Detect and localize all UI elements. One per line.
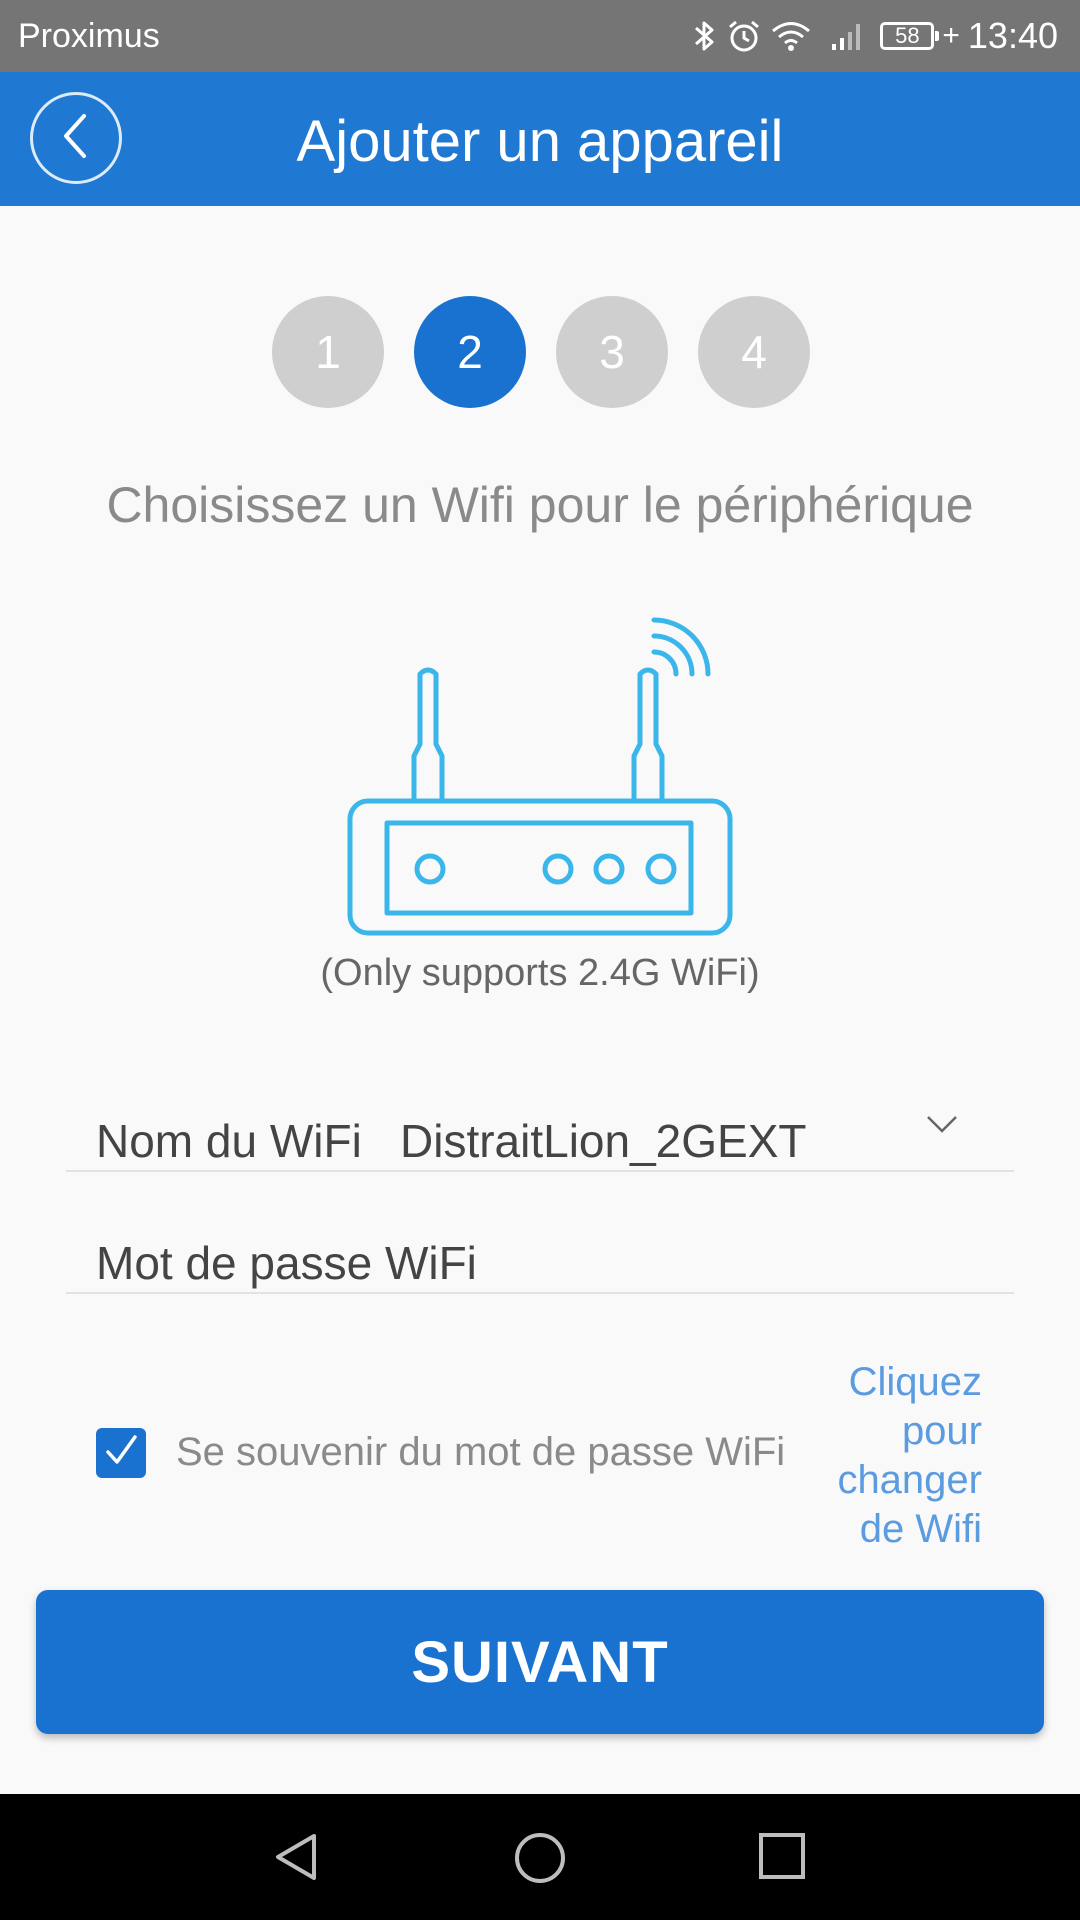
wifi-password-placeholder: Mot de passe WiFi [96,1237,477,1289]
back-triangle-icon[interactable] [270,1830,324,1889]
next-button[interactable]: SUIVANT [36,1590,1044,1734]
wifi-name-value: DistraitLion_2GEXT [400,1115,807,1167]
bluetooth-icon [692,18,718,54]
home-circle-icon[interactable] [512,1830,568,1891]
alarm-icon [726,18,762,54]
system-nav-bar [0,1794,1080,1920]
status-bar: Proximus 58 + 13:40 [0,0,1080,72]
battery-icon: 58 + [880,19,962,52]
step-3: 3 [556,296,668,408]
carrier-name: Proximus [18,17,160,55]
change-wifi-line: pour [901,1409,982,1453]
wifi-icon [770,19,812,53]
change-wifi-line: Cliquez [848,1360,982,1404]
wifi-password-field[interactable]: Mot de passe WiFi [66,1222,1014,1294]
charging-plus-icon: + [942,19,960,52]
stepper: 1 2 3 4 [272,296,810,408]
wifi-name-label: Nom du WiFi [96,1115,362,1167]
remember-password-checkbox[interactable] [96,1428,146,1478]
change-wifi-line: de Wifi [859,1507,982,1551]
chevron-down-icon[interactable] [926,1114,958,1139]
recents-square-icon[interactable] [756,1830,808,1887]
page-title: Ajouter un appareil [296,109,784,174]
support-note: (Only supports 2.4G WiFi) [320,952,760,994]
battery-level: 58 [880,22,940,50]
step-1: 1 [272,296,384,408]
step-2: 2 [414,296,526,408]
change-wifi-link[interactable]: Cliquez pour changer de Wifi [782,1358,982,1554]
step-4: 4 [698,296,810,408]
step-heading: Choisissez un Wifi pour le périphérique [106,477,974,533]
clock: 13:40 [967,15,1058,56]
wifi-name-field[interactable]: Nom du WiFi DistraitLion_2GEXT [66,1100,1014,1172]
remember-password-label: Se souvenir du mot de passe WiFi [176,1430,786,1474]
status-icons: 58 + 13:40 [692,12,1058,60]
app-bar: Ajouter un appareil [0,72,1080,206]
router-icon [340,586,740,951]
checkmark-icon [101,1431,141,1476]
change-wifi-line: changer [837,1458,982,1502]
signal-icon [830,20,864,52]
